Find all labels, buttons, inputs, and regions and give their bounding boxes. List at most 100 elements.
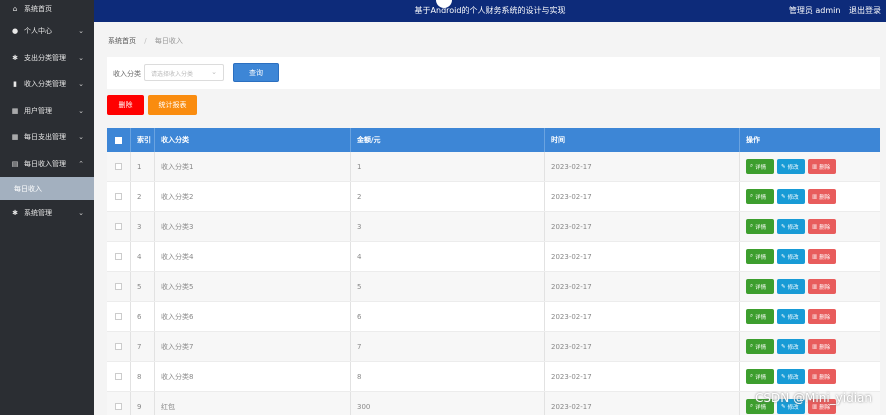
row-select-cell bbox=[107, 152, 131, 181]
delete-label: 删除 bbox=[819, 164, 831, 171]
logout-link[interactable]: 退出登录 bbox=[849, 6, 881, 15]
edit-button[interactable]: ✎ 修改 bbox=[777, 159, 805, 174]
row-checkbox[interactable] bbox=[115, 223, 122, 230]
edit-button[interactable]: ✎ 修改 bbox=[777, 279, 805, 294]
detail-button[interactable]: ⌕ 详情 bbox=[746, 369, 774, 384]
delete-label: 删除 bbox=[819, 344, 831, 351]
sidebar-item-label: 系统首页 bbox=[24, 5, 52, 13]
table-row: 3 收入分类3 3 2023-02-17 ⌕ 详情 ✎ 修改 ▥ 删除 bbox=[107, 212, 880, 242]
sidebar-item-system[interactable]: ✱ 系统管理 ⌄ bbox=[0, 200, 94, 227]
sidebar-subitem-daily-income[interactable]: 每日收入 bbox=[0, 177, 94, 200]
detail-button[interactable]: ⌕ 详情 bbox=[746, 189, 774, 204]
sidebar-item-personal-center[interactable]: ● 个人中心 ⌄ bbox=[0, 18, 94, 45]
edit-button[interactable]: ✎ 修改 bbox=[777, 219, 805, 234]
edit-label: 修改 bbox=[787, 344, 799, 351]
delete-button[interactable]: ▥ 删除 bbox=[808, 339, 836, 354]
detail-label: 详情 bbox=[755, 254, 767, 261]
edit-label: 修改 bbox=[787, 254, 799, 261]
delete-label: 删除 bbox=[819, 254, 831, 261]
cell-actions: ⌕ 详情 ✎ 修改 ▥ 删除 bbox=[740, 242, 880, 271]
chevron-up-icon: ⌃ bbox=[78, 159, 84, 168]
delete-button[interactable]: ▥ 删除 bbox=[808, 369, 836, 384]
row-checkbox[interactable] bbox=[115, 373, 122, 380]
sidebar-item-income-category[interactable]: ▮ 收入分类管理 ⌄ bbox=[0, 71, 94, 98]
table-row: 2 收入分类2 2 2023-02-17 ⌕ 详情 ✎ 修改 ▥ 删除 bbox=[107, 182, 880, 212]
row-checkbox[interactable] bbox=[115, 343, 122, 350]
cell-time: 2023-02-17 bbox=[545, 152, 740, 181]
delete-button[interactable]: ▥ 删除 bbox=[808, 249, 836, 264]
settings-icon: ✱ bbox=[12, 53, 18, 62]
cell-category: 收入分类8 bbox=[155, 362, 351, 391]
header-actions: 操作 bbox=[746, 136, 760, 144]
row-checkbox[interactable] bbox=[115, 163, 122, 170]
delete-label: 删除 bbox=[819, 194, 831, 201]
batch-delete-button[interactable]: 删除 bbox=[107, 95, 144, 115]
detail-label: 详情 bbox=[755, 164, 767, 171]
breadcrumb: 系统首页 / 每日收入 bbox=[108, 36, 183, 46]
sidebar: ⌂ 系统首页 ● 个人中心 ⌄ ✱ 支出分类管理 ⌄ ▮ 收入分类管理 ⌄ ▦ … bbox=[0, 0, 94, 415]
sidebar-subitem-label: 每日收入 bbox=[14, 184, 42, 193]
detail-button[interactable]: ⌕ 详情 bbox=[746, 219, 774, 234]
home-icon: ⌂ bbox=[12, 5, 18, 13]
cell-time: 2023-02-17 bbox=[545, 242, 740, 271]
delete-button[interactable]: ▥ 删除 bbox=[808, 279, 836, 294]
cell-actions: ⌕ 详情 ✎ 修改 ▥ 删除 bbox=[740, 152, 880, 181]
detail-button[interactable]: ⌕ 详情 bbox=[746, 309, 774, 324]
sidebar-item-label: 用户管理 bbox=[24, 106, 52, 115]
app-title: 基于Android的个人财务系统的设计与实现 bbox=[414, 6, 566, 15]
delete-label: 删除 bbox=[819, 284, 831, 291]
select-all-checkbox[interactable] bbox=[115, 136, 122, 144]
search-icon: ⌕ bbox=[750, 223, 754, 229]
row-checkbox[interactable] bbox=[115, 313, 122, 320]
search-icon: ⌕ bbox=[750, 403, 754, 409]
search-icon: ⌕ bbox=[750, 343, 754, 349]
grid-icon: ▦ bbox=[11, 133, 19, 142]
cell-time: 2023-02-17 bbox=[545, 392, 740, 415]
edit-icon: ✎ bbox=[781, 343, 786, 350]
chevron-down-icon: ⌄ bbox=[78, 27, 84, 36]
row-checkbox[interactable] bbox=[115, 193, 122, 200]
detail-label: 详情 bbox=[755, 344, 767, 351]
sidebar-item-expense-category[interactable]: ✱ 支出分类管理 ⌄ bbox=[0, 45, 94, 72]
trash-icon: ▥ bbox=[812, 193, 818, 200]
user-area: 管理员 admin 退出登录 bbox=[789, 5, 881, 16]
delete-button[interactable]: ▥ 删除 bbox=[808, 189, 836, 204]
row-checkbox[interactable] bbox=[115, 253, 122, 260]
edit-button[interactable]: ✎ 修改 bbox=[777, 339, 805, 354]
statistics-report-button[interactable]: 统计报表 bbox=[148, 95, 197, 115]
admin-username: 管理员 admin bbox=[788, 6, 841, 15]
detail-button[interactable]: ⌕ 详情 bbox=[746, 339, 774, 354]
cell-time: 2023-02-17 bbox=[545, 302, 740, 331]
category-select[interactable]: 请选择收入分类 ⌄ bbox=[144, 64, 224, 81]
row-checkbox[interactable] bbox=[115, 403, 122, 410]
category-select-placeholder: 请选择收入分类 bbox=[151, 71, 194, 78]
chevron-down-icon: ⌄ bbox=[78, 133, 84, 142]
detail-button[interactable]: ⌕ 详情 bbox=[746, 249, 774, 264]
sidebar-item-home[interactable]: ⌂ 系统首页 bbox=[0, 0, 94, 18]
sidebar-item-users[interactable]: ▦ 用户管理 ⌄ bbox=[0, 98, 94, 125]
detail-button[interactable]: ⌕ 详情 bbox=[746, 279, 774, 294]
edit-button[interactable]: ✎ 修改 bbox=[777, 369, 805, 384]
sidebar-item-daily-expense[interactable]: ▦ 每日支出管理 ⌄ bbox=[0, 124, 94, 151]
row-checkbox[interactable] bbox=[115, 283, 122, 290]
chevron-down-icon: ⌄ bbox=[78, 80, 84, 89]
select-all-cell bbox=[107, 128, 131, 152]
cell-index: 9 bbox=[131, 392, 155, 415]
sidebar-item-daily-income[interactable]: ▤ 每日收入管理 ⌃ bbox=[0, 151, 94, 178]
search-icon: ⌕ bbox=[750, 373, 754, 379]
cell-category: 红包 bbox=[155, 392, 351, 415]
edit-button[interactable]: ✎ 修改 bbox=[777, 309, 805, 324]
breadcrumb-home[interactable]: 系统首页 bbox=[108, 37, 136, 45]
trash-icon: ▥ bbox=[812, 343, 818, 350]
main-content: 系统首页 / 每日收入 收入分类 请选择收入分类 ⌄ 查询 删除 统计报表 索引… bbox=[94, 22, 886, 415]
trash-icon: ▥ bbox=[812, 223, 818, 230]
delete-button[interactable]: ▥ 删除 bbox=[808, 219, 836, 234]
edit-button[interactable]: ✎ 修改 bbox=[777, 249, 805, 264]
query-button[interactable]: 查询 bbox=[233, 63, 279, 82]
edit-button[interactable]: ✎ 修改 bbox=[777, 189, 805, 204]
cell-actions: ⌕ 详情 ✎ 修改 ▥ 删除 bbox=[740, 332, 880, 361]
delete-button[interactable]: ▥ 删除 bbox=[808, 309, 836, 324]
delete-button[interactable]: ▥ 删除 bbox=[808, 159, 836, 174]
detail-button[interactable]: ⌕ 详情 bbox=[746, 159, 774, 174]
cell-actions: ⌕ 详情 ✎ 修改 ▥ 删除 bbox=[740, 302, 880, 331]
